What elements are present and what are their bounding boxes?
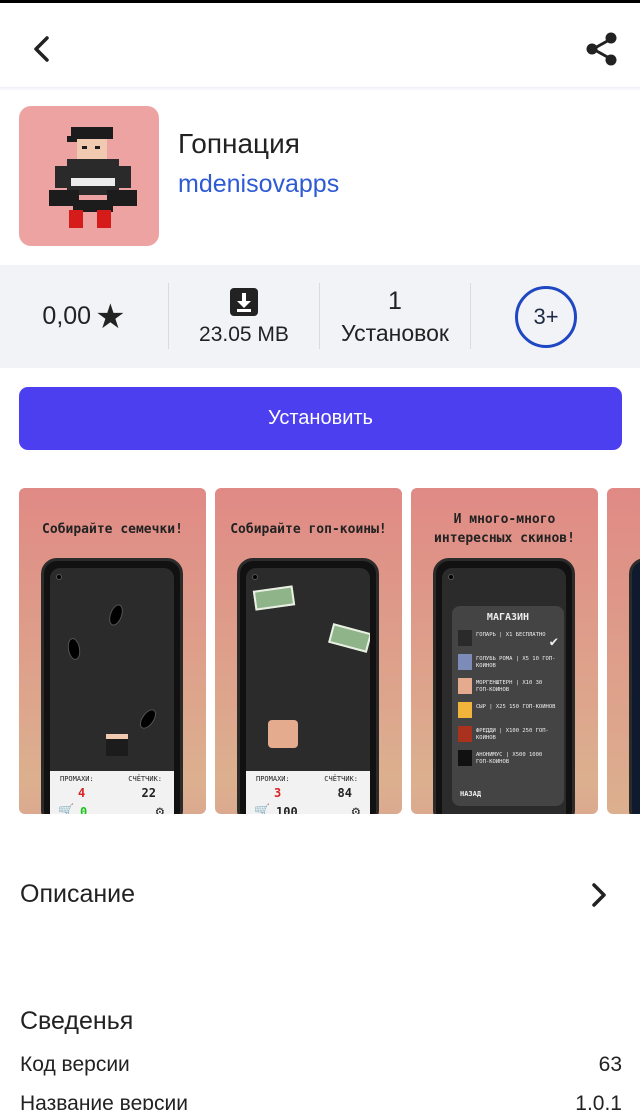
store-item: МОРГЕНШТЕРН | X10 30 ГОП-КОИНОВ [458,676,558,698]
size-value: 23.05 MB [199,322,289,346]
dollar-bill [328,623,370,653]
top-bar-shadow [0,87,640,91]
store-item-text: ГОПАРЬ | X1 БЕСПЛАТНО [476,632,546,638]
counter-label: СЧЁТЧИК: [128,775,162,783]
screenshot-1[interactable]: Собирайте семечки! ПРОМАХИ: СЧЁТЧИК: 4 2… [19,488,206,814]
phone-mockup: ПРОМАХИ: СЧЁТЧИК: 3 84 🛒 100 ⚙ [237,558,379,814]
info-value: 1.0.1 [575,1092,622,1110]
installs-label: Установок [341,319,449,346]
gopnik-character-icon [49,127,137,228]
store-item: ФРЕДДИ | X100 250 ГОП-КОИНОВ [458,724,558,746]
description-title[interactable]: Описание [20,880,135,909]
phone-mockup: ПРОМАХИ: СЧЁТЧИК: 4 22 🛒 0 ⚙ [41,558,183,814]
sunflower-seed [106,602,126,628]
installs-stat: 1 Установок [320,265,470,368]
misses-value: 3 [274,786,282,800]
store-item-text: ГОЛУБЬ РОМА | X5 10 ГОП-КОИНОВ [476,656,556,669]
phone-screen: ПРОМАХИ: СЧЁТЧИК: 3 84 🛒 100 ⚙ [246,568,370,814]
misses-value: 4 [78,786,86,800]
age-rating-stat: 3+ [471,265,621,368]
star-icon: ★ [95,297,126,336]
age-rating-badge: 3+ [515,285,577,348]
camera-hole [252,574,258,580]
share-button[interactable] [580,27,624,71]
store-item: ГОЛУБЬ РОМА | X5 10 ГОП-КОИНОВ [458,652,558,674]
screenshot-4[interactable] [607,488,640,814]
skin-thumbnail [458,702,472,718]
coins-value: 0 [80,805,88,814]
game-hud: ПРОМАХИ: СЧЁТЧИК: 4 22 🛒 0 ⚙ [50,771,174,814]
screenshot-caption: Собирайте семечки! [42,522,183,537]
dollar-bill [252,585,296,611]
developer-link[interactable]: mdenisovapps [178,170,339,199]
top-bar [0,3,640,88]
cart-icon: 🛒 [58,804,75,814]
gear-icon: ⚙ [351,804,360,814]
store-item: АНОНИМУС | X500 1000 ГОП-КОИНОВ [458,748,558,770]
cart-icon: 🛒 [254,804,271,814]
installs-count: 1 [388,286,402,315]
store-item-text: МОРГЕНШТЕРН | X10 30 ГОП-КОИНОВ [476,680,543,693]
screenshots-carousel[interactable]: Собирайте семечки! ПРОМАХИ: СЧЁТЧИК: 4 2… [0,470,640,830]
stats-bar: 0,00 ★ 23.05 MB 1 Установок 3+ [0,265,640,368]
misses-label: ПРОМАХИ: [256,775,290,783]
back-button[interactable] [22,29,62,69]
store-item: СЫР | X25 150 ГОП-КОИНОВ [458,700,558,722]
phone-screen: ПРОМАХИ: СЧЁТЧИК: 4 22 🛒 0 ⚙ [50,568,174,814]
details-title: Сведенья [20,1007,134,1035]
rating-stat: 0,00 ★ [0,265,168,368]
store-item-text: АНОНИМУС | X500 1000 ГОП-КОИНОВ [476,752,543,765]
share-icon [586,32,617,66]
size-stat: 23.05 MB [169,265,319,368]
store-back-button: НАЗАД [460,790,482,798]
counter-value: 22 [141,786,156,800]
sunflower-seed [66,637,82,661]
counter-label: СЧЁТЧИК: [324,775,358,783]
store-item-text: ФРЕДДИ | X100 250 ГОП-КОИНОВ [476,728,549,741]
screenshot-3[interactable]: И много-много интересных скинов! МАГАЗИН… [411,488,598,814]
game-hud: ПРОМАХИ: СЧЁТЧИК: 3 84 🛒 100 ⚙ [246,771,370,814]
player-character [268,720,298,748]
info-value: 63 [598,1053,622,1076]
phone-screen: МАГАЗИН ✔ ГОПАРЬ | X1 БЕСПЛАТНО ГОЛУБЬ Р… [442,568,566,814]
camera-hole [56,574,62,580]
skin-thumbnail [458,630,472,646]
info-key: Код версии [20,1053,130,1076]
skin-thumbnail [458,654,472,670]
store-item-text: СЫР | X25 150 ГОП-КОИНОВ [476,704,556,710]
camera-hole [448,574,454,580]
info-key: Название версии [20,1092,188,1110]
store-title: МАГАЗИН [486,612,530,623]
download-icon [230,287,258,316]
app-icon [19,106,159,246]
counter-value: 84 [337,786,352,800]
store-item: ГОПАРЬ | X1 БЕСПЛАТНО [458,628,558,650]
description-expand-button[interactable] [584,878,614,912]
store-panel: МАГАЗИН ✔ ГОПАРЬ | X1 БЕСПЛАТНО ГОЛУБЬ Р… [452,606,564,806]
skin-thumbnail [458,726,472,742]
misses-label: ПРОМАХИ: [60,775,94,783]
skin-thumbnail [458,750,472,766]
phone-mockup: МАГАЗИН ✔ ГОПАРЬ | X1 БЕСПЛАТНО ГОЛУБЬ Р… [433,558,575,814]
skin-thumbnail [458,678,472,694]
chevron-right-icon [592,883,606,907]
app-title: Гопнация [178,128,300,159]
sunflower-seed [136,706,160,732]
phone-mockup [629,558,640,814]
rating-value: 0,00 [42,302,92,330]
gear-icon: ⚙ [155,804,164,814]
player-character [106,734,128,756]
screenshot-2[interactable]: Собирайте гоп-коины! ПРОМАХИ: СЧЁТЧИК: 3… [215,488,402,814]
install-button[interactable]: Установить [19,387,622,450]
screenshot-caption: И много-много интересных скинов! [434,512,575,546]
screenshot-caption: Собирайте гоп-коины! [230,522,387,537]
coins-value: 100 [276,805,298,814]
back-arrow-icon [34,36,49,62]
